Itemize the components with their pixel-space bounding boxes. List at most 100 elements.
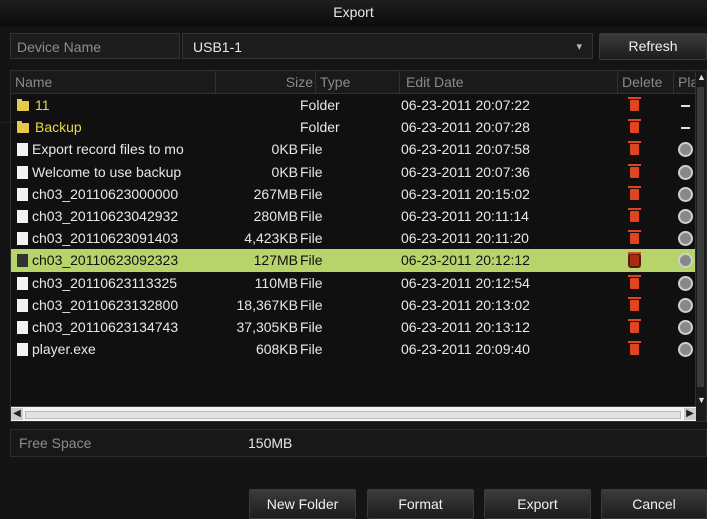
table-row[interactable]: ch03_20110623000000 267MB File 06-23-2011 2…	[11, 183, 699, 205]
trash-icon[interactable]	[627, 97, 641, 111]
delete-cell	[619, 116, 649, 138]
table-row[interactable]: player.exe 608KB File 06-23-2011 20:09:40	[11, 338, 699, 360]
col-header-type[interactable]: Type	[316, 71, 400, 93]
trash-icon[interactable]	[627, 296, 641, 311]
file-name: ch03_20110623132800	[17, 294, 213, 316]
free-space-label: Free Space	[19, 435, 92, 451]
scroll-left-icon[interactable]: ◀	[11, 408, 23, 420]
vertical-scroll-thumb[interactable]	[697, 87, 704, 387]
file-icon	[17, 209, 28, 223]
file-edit-date: 06-23-2011 20:07:22	[401, 97, 530, 113]
delete-cell	[619, 294, 649, 316]
file-name-text: player.exe	[32, 341, 96, 358]
table-row[interactable]: ch03_20110623092323 127MB File 06-23-2011 2…	[11, 249, 699, 272]
play-icon[interactable]	[677, 208, 693, 224]
play-icon[interactable]	[677, 253, 693, 269]
file-type: File	[300, 141, 323, 158]
table-row[interactable]: ch03_20110623132800 18,367KB File 06-23-201…	[11, 294, 699, 316]
file-size	[216, 116, 298, 138]
file-size: 110MB	[254, 274, 298, 291]
file-type: File	[300, 274, 323, 291]
button-bar: New Folder Format Export Cancel	[0, 483, 707, 519]
trash-icon[interactable]	[627, 163, 641, 178]
table-row[interactable]: 11 Folder 06-23-2011 20:07:22	[11, 94, 699, 116]
refresh-button[interactable]: Refresh	[599, 33, 707, 60]
play-icon[interactable]	[677, 231, 693, 247]
delete-cell	[619, 272, 649, 294]
play-icon[interactable]	[677, 164, 693, 180]
table-row[interactable]: Export record files to mo 0KB File 06-23-20…	[11, 138, 699, 160]
delete-cell	[619, 205, 649, 227]
table-row[interactable]: ch03_20110623113325 110MB File 06-23-2011 2…	[11, 272, 699, 294]
file-type: File	[300, 207, 323, 224]
file-name-text: ch03_20110623092323	[32, 252, 179, 269]
trash-icon[interactable]	[627, 185, 641, 200]
col-header-name[interactable]: Name	[11, 71, 216, 93]
file-type: File	[300, 252, 323, 269]
trash-icon[interactable]	[627, 274, 641, 289]
trash-icon[interactable]	[627, 318, 641, 333]
play-icon[interactable]	[677, 142, 693, 158]
folder-icon	[17, 121, 29, 134]
file-name-text: ch03_20110623132800	[32, 296, 179, 313]
file-type: File	[300, 341, 323, 358]
trash-icon[interactable]	[627, 341, 641, 356]
trash-icon[interactable]	[627, 252, 641, 269]
export-button[interactable]: Export	[484, 489, 591, 519]
file-edit-date: 06-23-2011 20:07:58	[401, 141, 530, 158]
delete-cell	[619, 183, 649, 205]
device-select[interactable]: USB1-1 ▾	[182, 33, 593, 59]
free-space-row: Free Space 150MB	[10, 429, 707, 457]
new-folder-button[interactable]: New Folder	[249, 489, 356, 519]
format-button[interactable]: Format	[367, 489, 474, 519]
file-edit-date: 06-23-2011 20:11:14	[401, 207, 529, 224]
vertical-scrollbar[interactable]: ▲ ▼	[695, 71, 706, 421]
trash-icon[interactable]	[627, 119, 641, 134]
page-margin	[707, 0, 713, 519]
file-edit-date: 06-23-2011 20:13:12	[401, 318, 530, 335]
trash-icon[interactable]	[627, 207, 641, 222]
cancel-button[interactable]: Cancel	[601, 489, 707, 519]
file-name: ch03_20110623092323	[17, 249, 213, 271]
col-header-edit-date[interactable]: Edit Date	[400, 71, 618, 93]
file-name-text: ch03_20110623042932	[32, 207, 179, 224]
trash-icon[interactable]	[627, 141, 641, 156]
file-icon	[17, 320, 28, 334]
horizontal-scroll-thumb[interactable]	[25, 411, 681, 419]
file-name: ch03_20110623113325	[17, 272, 213, 294]
delete-cell	[619, 227, 649, 249]
file-size: 4,423KB	[244, 230, 298, 247]
play-icon[interactable]	[677, 275, 693, 291]
play-cell	[673, 161, 697, 183]
trash-icon[interactable]	[627, 230, 641, 245]
play-icon[interactable]	[677, 297, 693, 313]
play-icon[interactable]	[677, 319, 693, 335]
col-header-size[interactable]: Size	[216, 71, 316, 93]
file-name: player.exe	[17, 338, 213, 360]
play-icon[interactable]	[677, 342, 693, 358]
file-edit-date: 06-23-2011 20:11:20	[401, 230, 529, 247]
scroll-down-icon[interactable]: ▼	[697, 395, 706, 407]
device-select-value: USB1-1	[193, 39, 243, 55]
table-row[interactable]: Welcome to use backup 0KB File 06-23-2011 2…	[11, 161, 699, 183]
col-header-delete[interactable]: Delete	[618, 71, 674, 93]
horizontal-scrollbar[interactable]: ◀ ▶	[11, 406, 696, 421]
table-row[interactable]: ch03_20110623091403 4,423KB File 06-23-2011…	[11, 227, 699, 249]
delete-cell	[619, 316, 649, 338]
export-dialog: Export Device Name USB1-1 ▾ Refresh Name…	[0, 0, 707, 519]
file-icon	[17, 298, 28, 312]
free-space-value: 150MB	[248, 435, 293, 451]
scroll-up-icon[interactable]: ▲	[697, 72, 706, 84]
table-row[interactable]: Backup Folder 06-23-2011 20:07:28	[11, 116, 699, 138]
scroll-right-icon[interactable]: ▶	[684, 408, 696, 420]
file-name: Backup	[17, 116, 213, 138]
play-icon[interactable]	[677, 186, 693, 202]
table-row[interactable]: ch03_20110623042932 280MB File 06-23-2011 2…	[11, 205, 699, 227]
file-edit-date: 06-23-2011 20:07:28	[401, 119, 530, 136]
file-icon	[17, 165, 28, 179]
file-icon	[17, 254, 28, 268]
file-name-text: ch03_20110623134743	[32, 318, 179, 335]
file-type: File	[300, 296, 323, 313]
table-row[interactable]: ch03_20110623134743 37,305KB File 06-23-201…	[11, 316, 699, 338]
play-cell	[673, 338, 697, 360]
